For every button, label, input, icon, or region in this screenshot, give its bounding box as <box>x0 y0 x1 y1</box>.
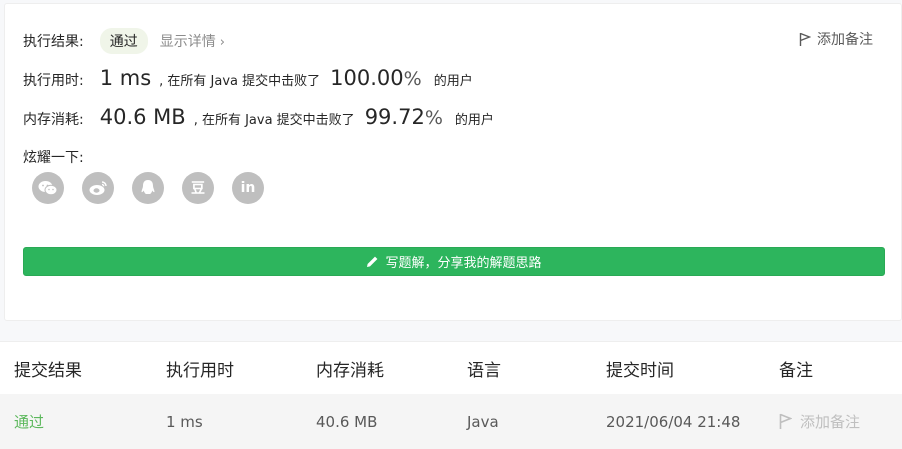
qq-glyph <box>141 180 155 194</box>
runtime-tail: 的用户 <box>433 74 473 89</box>
write-solution-label: 写题解，分享我的解题思路 <box>385 256 542 271</box>
memory-percent: 99.72% <box>365 105 443 129</box>
row-language: Java <box>467 412 499 431</box>
runtime-label: 执行用时: <box>23 73 84 89</box>
memory-percent-sign: % <box>424 107 443 129</box>
runtime-beat-text: , 在所有 Java 提交中击败了 <box>159 74 321 89</box>
show-details-link[interactable]: 显示详情 › <box>160 31 225 51</box>
write-solution-button[interactable]: 写题解，分享我的解题思路 <box>23 247 885 276</box>
result-card: 执行结果: 通过 显示详情 › 添加备注 执行用时: 1 ms , 在所有 Jav… <box>4 3 902 321</box>
runtime-row: 执行用时: 1 ms , 在所有 Java 提交中击败了 100.00% 的用户 <box>23 66 473 90</box>
weibo-icon[interactable] <box>82 172 114 204</box>
pencil-icon <box>367 256 378 267</box>
runtime-value: 1 ms <box>99 66 152 90</box>
memory-percent-value: 99.72 <box>364 105 425 129</box>
memory-beat-text: , 在所有 Java 提交中击败了 <box>193 113 355 128</box>
table-header: 提交结果 执行用时 内存消耗 语言 提交时间 备注 <box>0 341 902 394</box>
share-icons: 豆 in <box>32 172 282 204</box>
flag-icon <box>779 413 792 429</box>
header-result: 提交结果 <box>14 360 82 381</box>
submission-table: 提交结果 执行用时 内存消耗 语言 提交时间 备注 通过 1 ms 40.6 M… <box>0 341 902 449</box>
header-note: 备注 <box>779 360 813 381</box>
qq-icon[interactable] <box>132 172 164 204</box>
wechat-glyph <box>38 181 58 196</box>
row-add-note-label: 添加备注 <box>800 413 861 431</box>
result-row: 执行结果: 通过 显示详情 › <box>23 28 225 54</box>
chevron-right-icon: › <box>219 35 225 50</box>
share-row: 炫耀一下: <box>23 147 84 167</box>
result-label: 执行结果: <box>23 34 84 50</box>
weibo-glyph <box>89 181 107 195</box>
memory-row: 内存消耗: 40.6 MB , 在所有 Java 提交中击败了 99.72% 的… <box>23 105 494 129</box>
linkedin-icon[interactable]: in <box>232 172 264 204</box>
header-language: 语言 <box>467 360 501 381</box>
memory-value: 40.6 MB <box>99 105 186 129</box>
status-badge: 通过 <box>99 28 148 54</box>
wechat-icon[interactable] <box>32 172 64 204</box>
header-runtime: 执行用时 <box>166 360 234 381</box>
douban-text: 豆 <box>191 181 205 197</box>
add-note-label: 添加备注 <box>817 32 873 48</box>
runtime-percent-sign: % <box>403 68 422 90</box>
runtime-percent: 100.00% <box>330 66 422 90</box>
show-details-label: 显示详情 <box>159 34 216 50</box>
row-submit-time: 2021/06/04 21:48 <box>606 412 741 431</box>
linkedin-text: in <box>240 180 256 196</box>
douban-icon[interactable]: 豆 <box>182 172 214 204</box>
header-submit-time: 提交时间 <box>606 360 674 381</box>
flag-icon <box>799 32 811 46</box>
add-note-button[interactable]: 添加备注 <box>799 29 873 49</box>
header-memory: 内存消耗 <box>316 360 384 381</box>
row-memory: 40.6 MB <box>316 412 378 431</box>
memory-tail: 的用户 <box>454 113 494 128</box>
row-result-link[interactable]: 通过 <box>14 411 44 432</box>
table-row: 通过 1 ms 40.6 MB Java 2021/06/04 21:48 添加… <box>0 394 902 449</box>
runtime-percent-value: 100.00 <box>330 66 404 90</box>
share-label: 炫耀一下: <box>23 150 84 166</box>
row-add-note-button[interactable]: 添加备注 <box>779 411 860 432</box>
memory-label: 内存消耗: <box>23 112 84 128</box>
row-runtime: 1 ms <box>166 412 203 431</box>
